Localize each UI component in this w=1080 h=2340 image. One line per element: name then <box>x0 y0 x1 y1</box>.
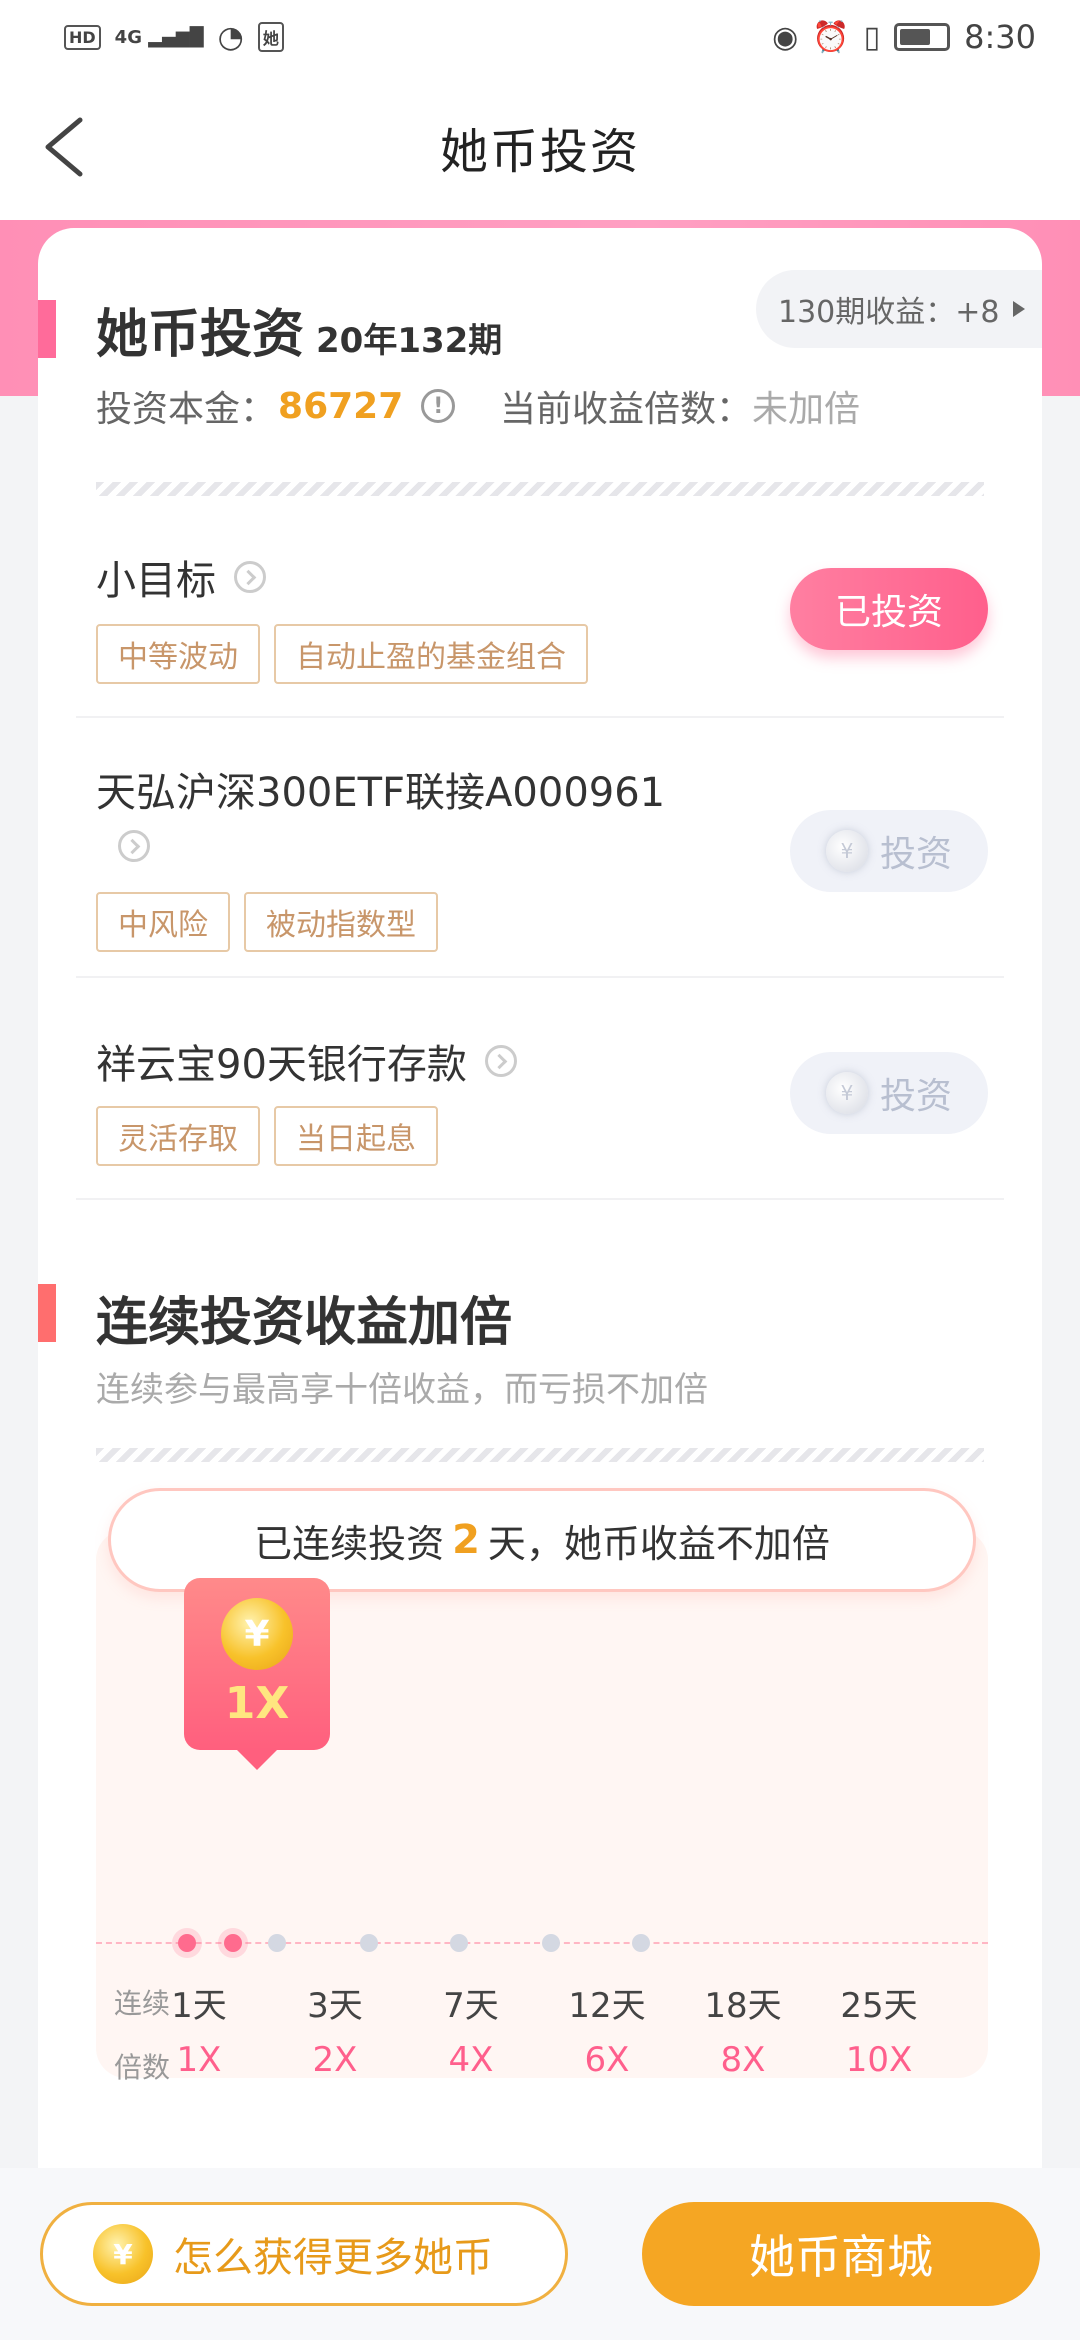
play-arrow-icon <box>1013 301 1026 317</box>
product-tags: 中风险 被动指数型 <box>96 892 438 952</box>
streak-dot <box>632 1934 650 1952</box>
streak-day: 25天 <box>840 1986 918 2026</box>
streak-multiplier: 4X <box>448 2040 494 2080</box>
how-to-earn-button[interactable]: ¥ 怎么获得更多她币 <box>40 2202 568 2306</box>
streak-day: 1天 <box>171 1986 227 2026</box>
app-header: 她币投资 <box>0 74 1080 220</box>
invest-button-label: 投资 <box>879 1076 952 1117</box>
product-name: 祥云宝90天银行存款 <box>96 1042 467 1088</box>
badge-multiplier: 1X <box>224 1678 290 1729</box>
product-name: 天弘沪深300ETF联接A000961 <box>96 770 666 816</box>
yuan-coin-icon: ¥ <box>221 1598 293 1670</box>
status-right: ◉ ⏰ ▯ 8:30 <box>772 18 1036 56</box>
multiplier-value: 未加倍 <box>752 389 861 430</box>
invest-title-main: 她币投资 <box>96 305 305 365</box>
product-tag: 中风险 <box>96 892 230 952</box>
eye-icon: ◉ <box>772 19 799 55</box>
battery-icon <box>894 23 951 51</box>
product-tags: 中等波动 自动止盈的基金组合 <box>96 624 588 684</box>
status-bar: HD 4G ▂▄▆█ ◔ 她 ◉ ⏰ ▯ 8:30 <box>0 0 1080 74</box>
product-name-row: 小目标 <box>96 548 266 606</box>
product-tags: 灵活存取 当日起息 <box>96 1106 438 1166</box>
streak-day: 3天 <box>307 1986 363 2026</box>
info-icon[interactable]: ! <box>421 389 456 423</box>
page-title: 她币投资 <box>439 124 640 180</box>
streak-dot <box>224 1934 242 1952</box>
streak-description: 连续参与最高享十倍收益，而亏损不加倍 <box>96 1370 708 1410</box>
streak-status-pill: 已连续投资 2 天，她币收益不加倍 <box>108 1488 976 1592</box>
clock: 8:30 <box>964 18 1036 56</box>
streak-multiplier: 6X <box>584 2040 630 2080</box>
streak-dot <box>178 1934 196 1952</box>
streak-dot <box>542 1934 560 1952</box>
chevron-right-circle-icon[interactable] <box>484 1045 517 1077</box>
chevron-right-circle-icon[interactable] <box>234 561 266 593</box>
product-tag: 自动止盈的基金组合 <box>274 624 588 684</box>
signal-4g-icon: 4G ▂▄▆█ <box>114 26 204 48</box>
divider-hatch <box>96 1448 984 1462</box>
streak-status-suffix: 天，她币收益不加倍 <box>487 1521 830 1566</box>
divider-hatch <box>96 482 984 496</box>
invested-button[interactable]: 已投资 <box>790 568 988 650</box>
principal-value: 86727 <box>278 385 404 427</box>
product-name-row: 天弘沪深300ETF联接A000961 <box>96 760 665 818</box>
product-item[interactable]: 天弘沪深300ETF联接A000961 中风险 被动指数型 ¥ 投资 <box>76 718 1004 978</box>
product-name: 小目标 <box>96 558 216 604</box>
streak-days-count: 2 <box>452 1517 480 1563</box>
product-tag: 中等波动 <box>96 624 260 684</box>
streak-dot <box>360 1934 378 1952</box>
invest-title: 她币投资 20年132期 <box>96 292 502 367</box>
period-earnings-button[interactable]: 130期收益：+8 <box>756 270 1042 348</box>
section-accent-bar <box>38 1284 56 1342</box>
hd-icon: HD <box>64 24 101 50</box>
streak-multiplier: 2X <box>312 2040 358 2080</box>
status-left: HD 4G ▂▄▆█ ◔ 她 <box>64 20 284 55</box>
period-earnings-text: 130期收益：+8 <box>778 295 1000 330</box>
invest-period: 20年132期 <box>316 321 503 361</box>
streak-multiplier: 10X <box>845 2040 913 2080</box>
yuan-coin-icon: ¥ <box>93 2224 153 2284</box>
product-tag: 灵活存取 <box>96 1106 260 1166</box>
multiplier-row: 当前收益倍数：未加倍 <box>500 380 860 432</box>
product-tag: 当日起息 <box>274 1106 438 1166</box>
yuan-coin-icon: ¥ <box>825 1072 868 1114</box>
streak-track <box>96 1934 988 1952</box>
streak-day: 18天 <box>704 1986 782 2026</box>
streak-dot <box>450 1934 468 1952</box>
app-notification-icon: 她 <box>257 22 284 52</box>
current-multiplier-badge: ¥ 1X <box>184 1578 330 1770</box>
product-tag: 被动指数型 <box>244 892 438 952</box>
principal-row: 投资本金： 86727 ! <box>96 380 456 432</box>
streak-title: 连续投资收益加倍 <box>96 1293 513 1353</box>
invest-button[interactable]: ¥ 投资 <box>790 810 988 892</box>
alarm-icon: ⏰ <box>812 19 850 55</box>
wifi-icon: ◔ <box>217 19 244 55</box>
multiplier-label: 当前收益倍数： <box>500 389 753 430</box>
product-item[interactable]: 祥云宝90天银行存款 灵活存取 当日起息 ¥ 投资 <box>76 978 1004 1200</box>
chevron-right-circle-icon[interactable] <box>118 830 150 862</box>
section-accent-bar <box>38 300 56 358</box>
streak-panel: 已连续投资 2 天，她币收益不加倍 ¥ 1X 连续 倍数 1天 3天 7天 12… <box>96 1488 988 2084</box>
invest-button-label: 投资 <box>879 834 952 875</box>
principal-label: 投资本金： <box>96 389 277 430</box>
streak-multiplier: 8X <box>720 2040 766 2080</box>
how-to-earn-label: 怎么获得更多她币 <box>173 2235 493 2281</box>
coin-store-button[interactable]: 她币商城 <box>642 2202 1040 2306</box>
invest-button[interactable]: ¥ 投资 <box>790 1052 988 1134</box>
product-item[interactable]: 小目标 中等波动 自动止盈的基金组合 已投资 <box>76 520 1004 718</box>
streak-day: 7天 <box>443 1986 499 2026</box>
streak-multiplier: 1X <box>176 2040 222 2080</box>
yuan-coin-icon: ¥ <box>825 830 868 872</box>
bottom-action-bar: ¥ 怎么获得更多她币 她币商城 <box>0 2168 1080 2340</box>
streak-dot <box>268 1934 286 1952</box>
streak-status-prefix: 已连续投资 <box>254 1521 445 1566</box>
vibrate-icon: ▯ <box>863 19 881 55</box>
product-name-row: 祥云宝90天银行存款 <box>96 1032 517 1090</box>
streak-day: 12天 <box>568 1986 646 2026</box>
